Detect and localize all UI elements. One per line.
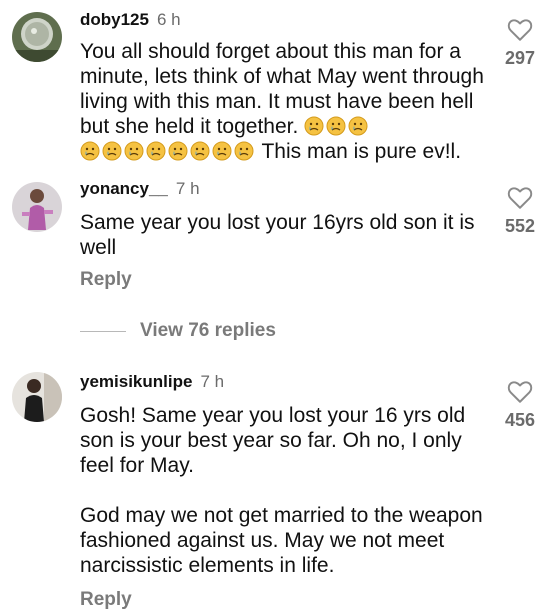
like-count: 297 [504,48,536,68]
like-count: 552 [504,216,536,236]
avatar[interactable] [12,182,62,232]
comment-paragraph: God may we not get married to the weapon… [80,504,483,577]
timestamp: 6 h [156,10,181,29]
like-control[interactable]: 552 [499,186,541,237]
username[interactable]: yemisikunlipe [80,372,192,391]
like-control[interactable]: 297 [499,18,541,69]
comment-item: yemisikunlipe 7 h Gosh! Same year you los… [0,360,549,614]
username[interactable]: doby125 [80,10,149,29]
reply-button[interactable]: Reply [80,589,132,611]
username[interactable]: yonancy__ [80,179,168,198]
heart-outline-icon[interactable] [507,380,533,404]
comment-meta: yemisikunlipe 7 h [80,372,224,392]
comment-text: You all should forget about this man for… [80,40,484,163]
heart-outline-icon[interactable] [507,186,533,210]
divider [80,330,126,332]
reply-button[interactable]: Reply [80,269,132,291]
comment-paragraph: Gosh! Same year you lost your 16 yrs old… [80,404,466,477]
avatar[interactable] [12,12,62,62]
comment-text: Gosh! Same year you lost your 16 yrs old… [80,403,490,578]
heart-outline-icon[interactable] [507,18,533,42]
comment-text: Same year you lost your 16yrs old son it… [80,211,475,259]
like-count: 456 [504,410,536,430]
avatar[interactable] [12,372,62,422]
comment-meta: yonancy__ 7 h [80,179,200,199]
comment-meta: doby125 6 h [80,10,181,30]
view-replies-button[interactable]: View 76 replies [80,320,276,344]
view-replies-label[interactable]: View 76 replies [140,320,276,341]
timestamp: 7 h [175,179,200,198]
comment-item: doby125 6 h You all should forget about t… [0,0,549,170]
timestamp: 7 h [200,372,225,391]
like-control[interactable]: 456 [499,380,541,431]
